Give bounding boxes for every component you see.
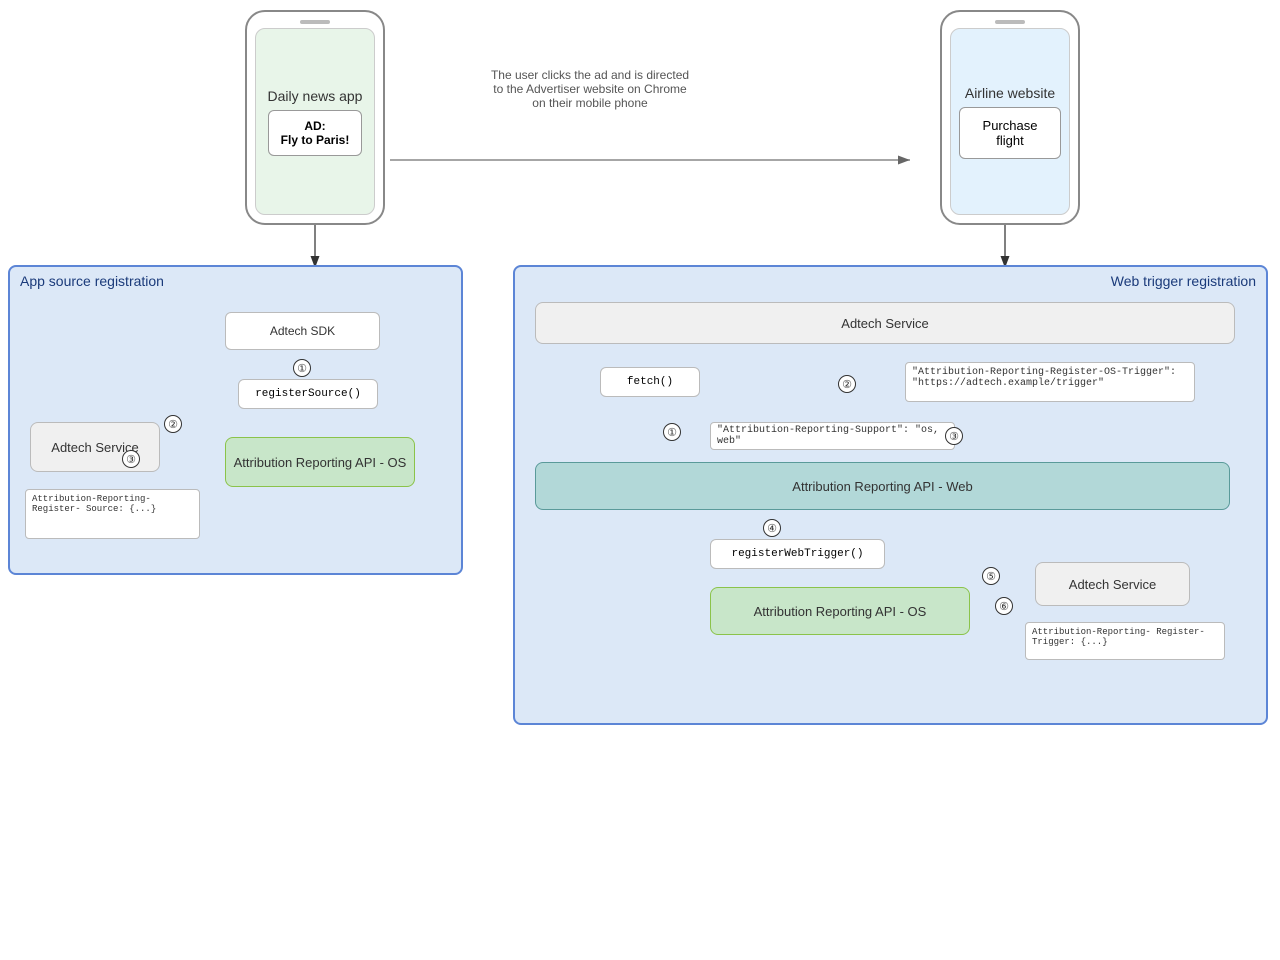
phone-speaker-right [995, 20, 1025, 24]
ad-label: AD: [304, 119, 325, 133]
right-phone-title: Airline website [965, 85, 1055, 101]
register-source-label: registerSource() [255, 388, 361, 400]
adtech-service-top-label: Adtech Service [841, 316, 928, 331]
left-panel-title: App source registration [20, 273, 164, 289]
step1-left: ① [293, 359, 311, 377]
left-phone: Daily news app AD: Fly to Paris! [245, 10, 385, 225]
fetch-label: fetch() [627, 376, 673, 388]
step2-left: ② [164, 415, 182, 433]
adtech-service-left: Adtech Service [30, 422, 160, 472]
purchase-text: Purchase flight [983, 118, 1038, 148]
step5-right: ⑤ [982, 567, 1000, 585]
left-phone-title: Daily news app [268, 88, 363, 104]
trigger-code-text: Attribution-Reporting- Register-Trigger:… [1032, 627, 1205, 647]
os-trigger-text: "Attribution-Reporting-Register-OS-Trigg… [912, 367, 1176, 389]
step2-right: ② [838, 375, 856, 393]
purchase-box: Purchase flight [959, 107, 1061, 159]
adtech-service-right-label: Adtech Service [1069, 577, 1156, 592]
fetch-box: fetch() [600, 367, 700, 397]
attribution-os-right-label: Attribution Reporting API - OS [754, 604, 927, 619]
register-source-box: registerSource() [238, 379, 378, 409]
step4-right: ④ [763, 519, 781, 537]
attribution-os-right: Attribution Reporting API - OS [710, 587, 970, 635]
web-trigger-registration-panel: Web trigger registration Adtech Service … [513, 265, 1268, 725]
source-register-code: Attribution-Reporting-Register- Source: … [32, 494, 156, 514]
attribution-web: Attribution Reporting API - Web [535, 462, 1230, 510]
right-phone-screen: Airline website Purchase flight [950, 28, 1070, 215]
register-web-trigger-label: registerWebTrigger() [731, 548, 863, 560]
trigger-code-box: Attribution-Reporting- Register-Trigger:… [1025, 622, 1225, 660]
ad-text: Fly to Paris! [281, 133, 350, 147]
adtech-sdk-label: Adtech SDK [260, 318, 345, 344]
right-phone: Airline website Purchase flight [940, 10, 1080, 225]
support-box: "Attribution-Reporting-Support": "os, we… [710, 422, 955, 450]
app-source-registration-panel: App source registration Adtech SDK ① reg… [8, 265, 463, 575]
register-web-trigger-box: registerWebTrigger() [710, 539, 885, 569]
adtech-service-top-right: Adtech Service [535, 302, 1235, 344]
attribution-web-label: Attribution Reporting API - Web [792, 479, 972, 494]
os-trigger-box: "Attribution-Reporting-Register-OS-Trigg… [905, 362, 1195, 402]
ad-box: AD: Fly to Paris! [268, 110, 363, 156]
step3-right: ③ [945, 427, 963, 445]
support-text: "Attribution-Reporting-Support": "os, we… [717, 425, 948, 447]
adtech-sdk-box: Adtech SDK [225, 312, 380, 350]
right-panel-title: Web trigger registration [1111, 273, 1256, 289]
attribution-os-left: Attribution Reporting API - OS [225, 437, 415, 487]
phone-speaker-left [300, 20, 330, 24]
description-text: The user clicks the ad and is directed t… [490, 68, 690, 110]
left-phone-screen: Daily news app AD: Fly to Paris! [255, 28, 375, 215]
step1-right: ① [663, 423, 681, 441]
adtech-service-right: Adtech Service [1035, 562, 1190, 606]
step6-right: ⑥ [995, 597, 1013, 615]
source-register-code-box: Attribution-Reporting-Register- Source: … [25, 489, 200, 539]
attribution-os-left-label: Attribution Reporting API - OS [234, 455, 407, 470]
step3-left: ③ [122, 450, 140, 468]
